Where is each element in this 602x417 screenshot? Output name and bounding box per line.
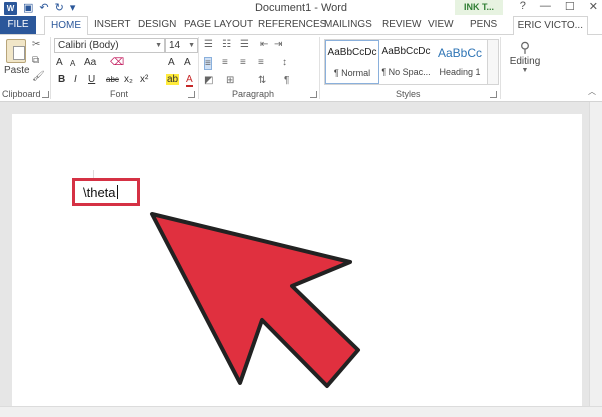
pointer-arrow [150,212,360,388]
arrow-shape [150,212,360,388]
